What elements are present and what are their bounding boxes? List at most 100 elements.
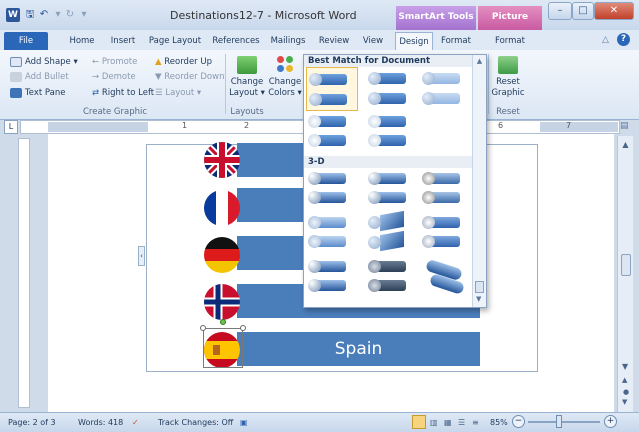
gallery-item[interactable]	[306, 214, 358, 254]
page-count[interactable]: Page: 2 of 3	[8, 418, 56, 427]
resize-handle[interactable]	[240, 325, 246, 331]
gallery-item[interactable]	[420, 258, 468, 298]
gallery-item[interactable]	[366, 67, 414, 111]
change-colors-button[interactable]: Change Colors ▾	[267, 54, 303, 99]
tab-home[interactable]: Home	[62, 32, 102, 50]
web-layout-button[interactable]: ▦	[444, 418, 452, 427]
gallery-item[interactable]	[306, 113, 358, 153]
undo-icon[interactable]: ↶	[38, 8, 50, 22]
word-count[interactable]: Words: 418	[78, 418, 123, 427]
tab-smartart-format[interactable]: Format	[437, 32, 475, 50]
scroll-down-icon[interactable]: ▼	[622, 362, 628, 371]
change-layout-button[interactable]: Change Layout ▾	[229, 54, 265, 99]
word-app-icon[interactable]: W	[6, 8, 20, 22]
zoom-slider-thumb[interactable]	[556, 415, 562, 428]
gallery-item[interactable]	[420, 170, 468, 210]
gallery-item[interactable]	[420, 214, 468, 254]
undo-dropdown-icon[interactable]: ▾	[52, 8, 64, 22]
promote-button[interactable]: ← Promote	[92, 56, 137, 69]
ruler-number: 7	[566, 121, 572, 130]
change-layout-label-2: Layout ▾	[229, 88, 265, 98]
track-changes-status[interactable]: Track Changes: Off	[158, 418, 233, 427]
text-pane-button[interactable]: Text Pane	[10, 87, 65, 100]
tab-view[interactable]: View	[358, 32, 388, 50]
tab-references[interactable]: References	[210, 32, 262, 50]
rotate-handle[interactable]	[220, 319, 226, 325]
group-separator	[225, 54, 226, 114]
redo-icon[interactable]: ↻	[64, 8, 76, 22]
close-button[interactable]: ✕	[594, 2, 634, 20]
view-ruler-icon[interactable]: ▤	[620, 121, 632, 133]
norway-flag-image[interactable]	[204, 284, 240, 320]
vertical-ruler[interactable]	[18, 138, 30, 408]
save-icon[interactable]: 🖫	[24, 8, 36, 22]
change-layout-icon	[237, 56, 257, 74]
scroll-thumb[interactable]	[475, 281, 484, 293]
text-pane-toggle[interactable]: ‹	[138, 246, 145, 266]
help-icon[interactable]: ?	[617, 33, 630, 46]
gallery-item[interactable]	[366, 113, 414, 153]
picture-tools-header: Picture Tools	[478, 6, 542, 44]
change-colors-icon	[275, 56, 295, 74]
gallery-item[interactable]	[306, 170, 358, 210]
germany-flag-image[interactable]	[204, 237, 240, 273]
gallery-item[interactable]	[366, 210, 414, 254]
scroll-up-icon[interactable]: ▲	[618, 140, 633, 149]
gallery-item[interactable]	[366, 170, 414, 210]
gallery-item[interactable]	[420, 67, 468, 111]
tab-mailings[interactable]: Mailings	[266, 32, 310, 50]
uk-flag-image[interactable]	[204, 142, 240, 178]
selection-box	[203, 328, 243, 368]
ribbon-minimize-icon[interactable]: △	[602, 35, 609, 45]
outline-view-button[interactable]: ☰	[458, 418, 465, 427]
zoom-in-button[interactable]: +	[604, 415, 617, 428]
reorder-up-button[interactable]: ▲ Reorder Up	[155, 56, 212, 69]
gallery-item[interactable]	[366, 258, 414, 298]
group-label-create-graphic: Create Graphic	[82, 107, 148, 117]
customize-qat-icon[interactable]: ▾	[78, 8, 90, 22]
next-page-icon[interactable]: ▼	[622, 398, 627, 406]
reset-graphic-button[interactable]: Reset Graphic	[490, 54, 526, 99]
draft-view-button[interactable]: ≡	[472, 418, 479, 427]
france-flag-image[interactable]	[204, 190, 240, 226]
scroll-thumb[interactable]	[621, 254, 631, 276]
reorder-down-button[interactable]: ▼ Reorder Down	[155, 71, 224, 84]
gallery-item[interactable]	[306, 258, 358, 298]
gallery-item-selected[interactable]	[306, 67, 358, 111]
tab-picture-format[interactable]: Format	[490, 32, 530, 50]
tab-file[interactable]: File	[4, 32, 48, 50]
print-layout-view-button[interactable]	[412, 415, 426, 429]
proofing-icon[interactable]: ✓	[132, 418, 139, 427]
add-bullet-button[interactable]: Add Bullet	[10, 71, 69, 84]
scroll-up-icon[interactable]: ▲	[473, 57, 486, 65]
add-shape-button[interactable]: Add Shape ▾	[10, 56, 78, 69]
gallery-section-3d: 3-D	[304, 156, 472, 168]
zoom-level[interactable]: 85%	[490, 418, 508, 427]
minimize-button[interactable]: –	[548, 2, 572, 20]
tab-page-layout[interactable]: Page Layout	[146, 32, 204, 50]
demote-button[interactable]: → Demote	[92, 71, 136, 84]
tab-insert[interactable]: Insert	[104, 32, 142, 50]
previous-page-icon[interactable]: ▲	[622, 376, 627, 384]
right-to-left-button[interactable]: ⇄ Right to Left	[92, 87, 154, 100]
zoom-slider-track[interactable]	[528, 421, 600, 423]
gallery-scrollbar[interactable]: ▲ ▼	[472, 55, 486, 307]
tab-selector-icon[interactable]: L	[4, 120, 18, 134]
zoom-out-button[interactable]: −	[512, 415, 525, 428]
group-label-reset: Reset	[496, 107, 520, 117]
smartart-label-spain[interactable]: Spain	[237, 332, 480, 366]
layout-button[interactable]: ☰ Layout ▾	[155, 87, 201, 100]
resize-handle[interactable]	[200, 325, 206, 331]
vertical-scrollbar[interactable]: ▲ ▼ ▲ ● ▼	[617, 136, 633, 412]
tab-review[interactable]: Review	[316, 32, 352, 50]
reorder-down-icon: ▼	[155, 72, 165, 82]
ruler-number: 2	[244, 121, 250, 130]
tab-smartart-design[interactable]: Design	[395, 32, 433, 50]
scroll-down-icon[interactable]: ▼	[476, 295, 481, 303]
ruler-margin-left	[48, 122, 148, 132]
maximize-button[interactable]: □	[572, 2, 594, 20]
browse-object-icon[interactable]: ●	[623, 388, 629, 396]
demote-arrow-icon: →	[92, 72, 102, 82]
macro-record-icon[interactable]: ▣	[240, 418, 248, 427]
full-screen-reading-button[interactable]: ▥	[430, 418, 438, 427]
